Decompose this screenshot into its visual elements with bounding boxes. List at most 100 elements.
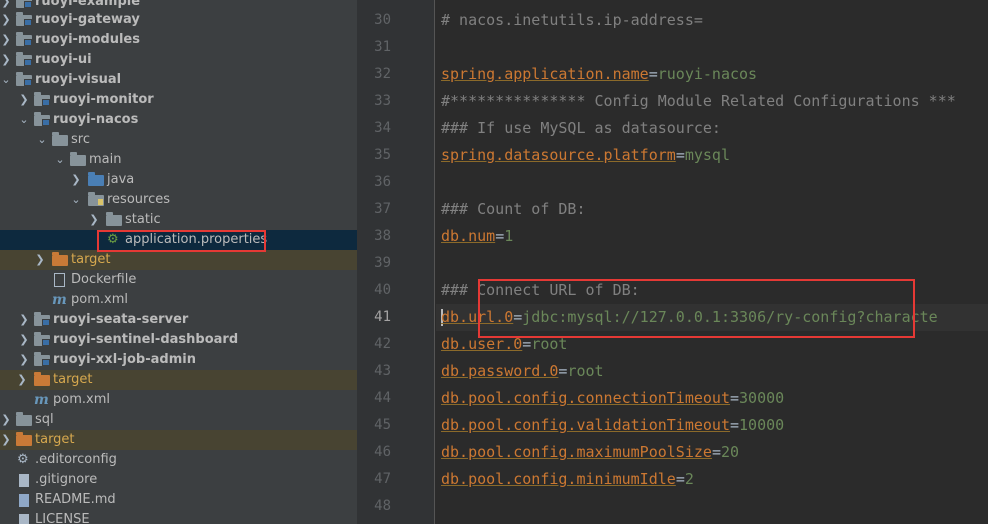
chevron-right-icon[interactable]: ❯: [0, 30, 12, 50]
chevron-down-icon[interactable]: ⌄: [18, 110, 30, 130]
property-value: ruoyi-nacos: [657, 65, 758, 83]
tree-item-ruoyi-sentinel-dashboard[interactable]: ❯ ruoyi-sentinel-dashboard: [0, 330, 357, 350]
code-line[interactable]: spring.datasource.platform=mysql: [441, 142, 730, 169]
chevron-down-icon[interactable]: ⌄: [36, 130, 48, 150]
comment: ### Count of DB:: [441, 200, 586, 218]
tree-item-ruoyi-ui[interactable]: ❯ ruoyi-ui: [0, 50, 357, 70]
line-number: 47: [374, 471, 391, 487]
tree-item-sql[interactable]: ❯ sql: [0, 410, 357, 430]
property-value: mysql: [684, 146, 730, 164]
property-key: db.password.0: [441, 362, 559, 380]
tree-item-ruoyi-modules[interactable]: ❯ ruoyi-modules: [0, 30, 357, 50]
code-line[interactable]: ### If use MySQL as datasource:: [441, 115, 721, 142]
tree-item-java[interactable]: ❯ java: [0, 170, 357, 190]
tree-item-ruoyi-monitor[interactable]: ❯ ruoyi-monitor: [0, 90, 357, 110]
tree-item-static[interactable]: ❯ static: [0, 210, 357, 230]
property-key: db.pool.config.maximumPoolSize: [441, 443, 712, 461]
tree-item-ruoyi-seata-server[interactable]: ❯ ruoyi-seata-server: [0, 310, 357, 330]
property-key: db.num: [441, 227, 496, 245]
property-value: 30000: [739, 389, 785, 407]
tree-item-label: ruoyi-monitor: [53, 92, 154, 107]
tree-item-label: static: [125, 212, 161, 227]
line-number: 32: [374, 66, 391, 82]
module-folder-icon: [16, 12, 32, 26]
equals-sign: =: [495, 227, 505, 245]
tree-item-ruoyi-xxl-job-admin[interactable]: ❯ ruoyi-xxl-job-admin: [0, 350, 357, 370]
tree-item-label: ruoyi-gateway: [35, 12, 140, 27]
module-folder-icon: [34, 92, 50, 106]
chevron-down-icon[interactable]: ⌄: [70, 190, 82, 210]
code-line[interactable]: # nacos.inetutils.ip-address=: [441, 7, 703, 34]
chevron-right-icon[interactable]: ❯: [18, 330, 30, 350]
code-line[interactable]: spring.application.name=ruoyi-nacos: [441, 61, 757, 88]
line-number: 33: [374, 93, 391, 109]
project-tree: ❯ ruoyi-example ❯ ruoyi-gateway ❯ ruoyi-…: [0, 0, 357, 524]
excluded-folder-icon: [16, 432, 32, 446]
chevron-right-icon[interactable]: ❯: [88, 210, 100, 230]
tree-item-ruoyi-nacos[interactable]: ⌄ ruoyi-nacos: [0, 110, 357, 130]
chevron-down-icon[interactable]: ⌄: [0, 70, 12, 90]
tree-item-pom-xml[interactable]: m pom.xml: [0, 390, 357, 410]
code-line[interactable]: #*************** Config Module Related C…: [441, 88, 956, 115]
tree-item-ruoyi-gateway[interactable]: ❯ ruoyi-gateway: [0, 10, 357, 30]
comment: # nacos.inetutils.ip-address=: [441, 11, 703, 29]
property-value: root: [567, 362, 604, 380]
code-line[interactable]: db.pool.config.maximumPoolSize=20: [441, 439, 739, 466]
chevron-right-icon[interactable]: ❯: [18, 90, 30, 110]
tree-item-resources[interactable]: ⌄ resources: [0, 190, 357, 210]
code-line[interactable]: db.num=1: [441, 223, 513, 250]
line-number: 31: [374, 39, 391, 55]
code-line[interactable]: db.pool.config.connectionTimeout=30000: [441, 385, 784, 412]
line-number: 38: [374, 228, 391, 244]
module-folder-icon: [34, 352, 50, 366]
tree-item-src[interactable]: ⌄ src: [0, 130, 357, 150]
property-value: 10000: [739, 416, 785, 434]
chevron-right-icon[interactable]: ❯: [0, 410, 12, 430]
highlight-box: [478, 279, 915, 338]
chevron-right-icon[interactable]: ❯: [16, 370, 28, 390]
chevron-right-icon[interactable]: ❯: [70, 170, 82, 190]
tree-item-label: ruoyi-xxl-job-admin: [53, 352, 196, 367]
tree-item-readme[interactable]: README.md: [0, 490, 357, 510]
tree-item-dockerfile[interactable]: Dockerfile: [0, 270, 357, 290]
file-icon: [19, 474, 29, 487]
equals-sign: =: [648, 65, 658, 83]
line-number: 37: [374, 201, 391, 217]
tree-item-ruoyi-visual[interactable]: ⌄ ruoyi-visual: [0, 70, 357, 90]
tree-item-label: target: [53, 372, 93, 387]
property-value: 1: [504, 227, 514, 245]
tree-item-target[interactable]: ❯ target: [0, 250, 357, 270]
tree-item-label: pom.xml: [53, 392, 110, 407]
tree-item-editorconfig[interactable]: ⚙ .editorconfig: [0, 450, 357, 470]
chevron-right-icon[interactable]: ❯: [0, 10, 12, 30]
tree-item-pom-xml[interactable]: m pom.xml: [0, 290, 357, 310]
maven-icon: m: [34, 392, 49, 408]
tree-item-label: ruoyi-modules: [35, 32, 140, 47]
chevron-right-icon[interactable]: ❯: [34, 250, 46, 270]
gear-icon: ⚙: [17, 452, 29, 467]
code-editor[interactable]: # nacos.inetutils.ip-address= spring.app…: [436, 0, 988, 524]
resources-folder-icon: [88, 192, 104, 206]
chevron-right-icon[interactable]: ❯: [18, 350, 30, 370]
code-line[interactable]: db.password.0=root: [441, 358, 604, 385]
module-folder-icon: [16, 52, 32, 66]
tree-item-label: ruoyi-nacos: [53, 112, 139, 127]
chevron-down-icon[interactable]: ⌄: [54, 150, 66, 170]
chevron-right-icon[interactable]: ❯: [0, 50, 12, 70]
tree-item-label: java: [107, 172, 135, 187]
code-line[interactable]: db.pool.config.minimumIdle=2: [441, 466, 694, 493]
tree-item-main[interactable]: ⌄ main: [0, 150, 357, 170]
line-number: 42: [374, 336, 391, 352]
chevron-right-icon[interactable]: ❯: [0, 430, 12, 450]
tree-item-license[interactable]: LICENSE: [0, 510, 357, 524]
tree-item-target[interactable]: ❯ target: [0, 430, 357, 450]
equals-sign: =: [711, 443, 721, 461]
tree-item-label: resources: [107, 192, 171, 207]
equals-sign: =: [729, 416, 740, 434]
tree-item-label: ruoyi-ui: [35, 52, 92, 67]
tree-item-target[interactable]: ❯ target: [0, 370, 357, 390]
code-line[interactable]: ### Count of DB:: [441, 196, 586, 223]
tree-item-gitignore[interactable]: .gitignore: [0, 470, 357, 490]
chevron-right-icon[interactable]: ❯: [18, 310, 30, 330]
code-line[interactable]: db.pool.config.validationTimeout=10000: [441, 412, 784, 439]
